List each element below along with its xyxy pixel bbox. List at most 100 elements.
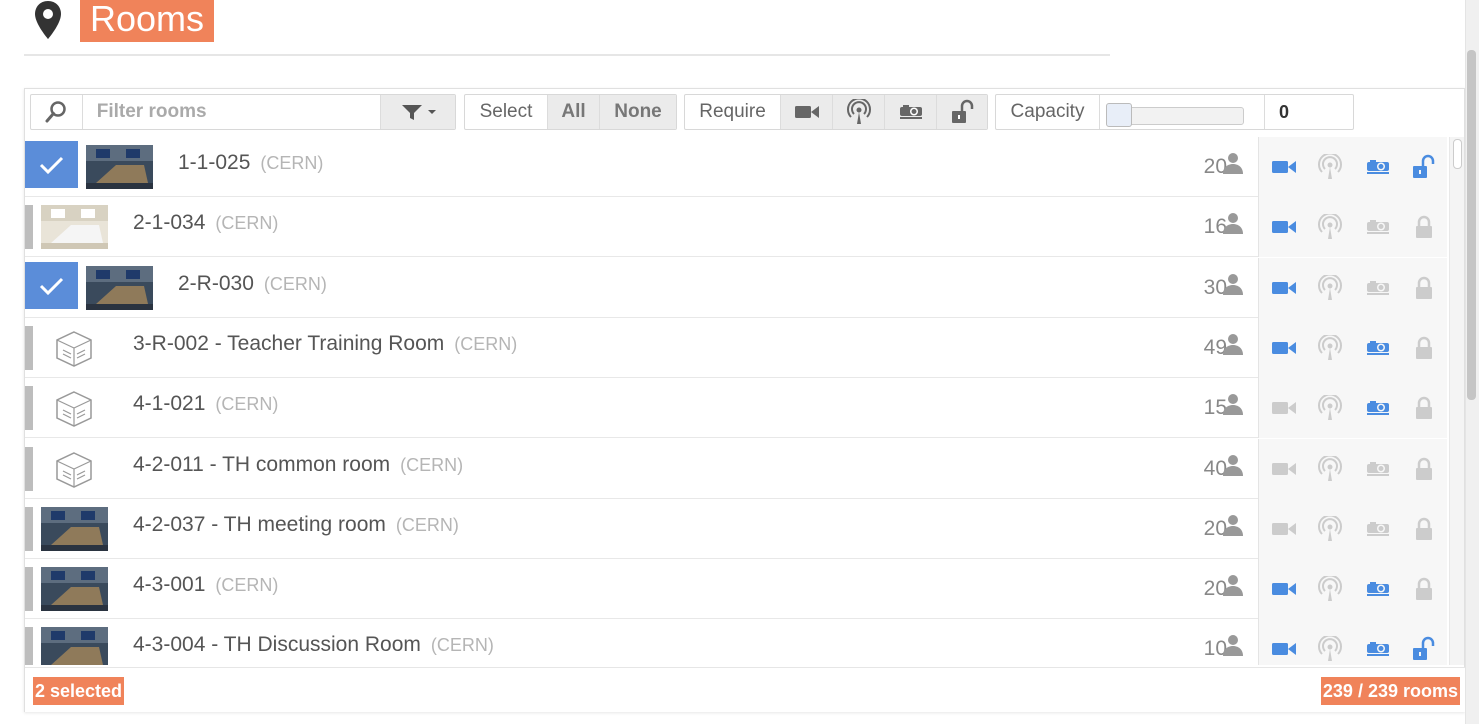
person-icon <box>1223 153 1243 174</box>
selected-checkmark[interactable] <box>25 261 78 309</box>
room-row[interactable]: 1-1-025 (CERN) 20 <box>25 137 1447 197</box>
room-site: (CERN) <box>430 635 494 656</box>
require-webcast-button[interactable] <box>833 95 885 129</box>
person-icon <box>1223 213 1243 235</box>
lock-icon <box>1416 276 1432 299</box>
room-name[interactable]: 4-2-011 - TH common room (CERN) <box>133 453 463 477</box>
broadcast-icon <box>1318 334 1342 360</box>
select-none-button[interactable]: None <box>600 95 676 129</box>
room-capacity: 20 <box>1203 155 1227 178</box>
page: Rooms Filter rooms Select All None Requi… <box>0 0 1479 724</box>
person-icon <box>1223 575 1243 597</box>
select-handle[interactable] <box>25 446 33 491</box>
selected-checkmark[interactable] <box>25 141 78 188</box>
room-list: 1-1-025 (CERN) 20 2-1-034 (CERN) 16 2-R-030 (… <box>25 137 1449 665</box>
select-all-button[interactable]: All <box>548 95 600 129</box>
room-row[interactable]: 4-2-037 - TH meeting room (CERN) 20 <box>25 498 1447 559</box>
projector-icon <box>1367 160 1389 174</box>
projector-icon <box>1367 521 1389 536</box>
room-capacity: 49 <box>1203 335 1227 359</box>
room-site: (CERN) <box>395 514 459 535</box>
capacity-slider[interactable] <box>1100 95 1265 129</box>
room-row[interactable]: 2-1-034 (CERN) 16 <box>25 197 1447 258</box>
room-thumbnail <box>41 386 108 431</box>
room-name[interactable]: 4-3-004 - TH Discussion Room (CERN) <box>133 633 494 657</box>
unlock-icon <box>952 99 974 123</box>
room-row[interactable]: 4-2-011 - TH common room (CERN) 40 <box>25 438 1447 499</box>
require-projector-button[interactable] <box>885 95 937 129</box>
lock-icon <box>1416 577 1432 601</box>
search-icon <box>45 101 67 123</box>
room-features <box>1258 498 1447 559</box>
room-features <box>1258 559 1447 620</box>
video-camera-icon <box>1272 281 1296 294</box>
room-features <box>1258 137 1447 197</box>
broadcast-icon <box>1318 636 1342 662</box>
room-row[interactable]: 4-3-001 (CERN) 20 <box>25 559 1447 620</box>
capacity-value-input[interactable]: 0 <box>1265 95 1353 129</box>
room-site: (CERN) <box>400 454 464 475</box>
lock-icon <box>1416 397 1432 420</box>
room-row[interactable]: 4-3-004 - TH Discussion Room (CERN) 10 <box>25 619 1447 665</box>
slider-handle[interactable] <box>1106 103 1132 127</box>
filter-options-button[interactable] <box>381 95 455 129</box>
lock-icon <box>1416 517 1432 540</box>
select-handle[interactable] <box>25 627 33 665</box>
select-handle[interactable] <box>25 567 33 612</box>
require-video-conference-button[interactable] <box>781 95 833 129</box>
room-name[interactable]: 3-R-002 - Teacher Training Room (CERN) <box>133 332 517 356</box>
require-label: Require <box>685 95 781 129</box>
room-row[interactable]: 2-R-030 (CERN) 30 <box>25 257 1447 318</box>
room-features <box>1258 438 1447 499</box>
video-camera-icon <box>1272 161 1296 173</box>
search-button[interactable] <box>31 95 83 129</box>
list-scrollbar[interactable] <box>1449 137 1464 665</box>
funnel-icon <box>402 105 437 120</box>
room-name[interactable]: 4-3-001 (CERN) <box>133 573 278 597</box>
room-name[interactable]: 4-2-037 - TH meeting room (CERN) <box>133 513 459 537</box>
room-name-text: 2-R-030 <box>178 271 254 295</box>
broadcast-icon <box>1318 214 1342 240</box>
room-features <box>1258 197 1447 258</box>
rooms-panel: Filter rooms Select All None Require Cap… <box>24 88 1466 712</box>
room-features <box>1258 317 1447 378</box>
room-row[interactable]: 3-R-002 - Teacher Training Room (CERN) 49 <box>25 317 1447 378</box>
room-site: (CERN) <box>215 213 279 234</box>
page-title: Rooms <box>80 0 215 42</box>
broadcast-icon <box>846 99 871 124</box>
video-camera-icon <box>1272 522 1296 535</box>
filter-group: Filter rooms <box>30 94 456 130</box>
projector-icon <box>1367 280 1389 295</box>
room-thumbnail <box>41 325 108 370</box>
check-icon <box>39 277 64 295</box>
projector-icon <box>1367 220 1389 235</box>
video-camera-icon <box>1272 221 1296 234</box>
room-name[interactable]: 4-1-021 (CERN) <box>133 392 278 416</box>
require-public-button[interactable] <box>937 95 987 129</box>
room-name-text: 4-3-001 <box>133 573 206 597</box>
select-handle[interactable] <box>25 205 33 250</box>
projector-icon <box>1367 401 1389 416</box>
projector-icon <box>899 105 922 119</box>
room-row[interactable]: 4-1-021 (CERN) 15 <box>25 378 1447 439</box>
room-name[interactable]: 1-1-025 (CERN) <box>178 151 323 175</box>
list-scrollbar-thumb[interactable] <box>1453 139 1462 169</box>
person-icon <box>1223 635 1243 657</box>
projector-icon <box>1367 582 1389 597</box>
select-handle[interactable] <box>25 386 33 431</box>
broadcast-icon <box>1318 154 1342 179</box>
select-handle[interactable] <box>25 325 33 370</box>
room-name[interactable]: 2-1-034 (CERN) <box>133 211 278 235</box>
room-name[interactable]: 2-R-030 (CERN) <box>178 272 327 296</box>
filter-rooms-input[interactable]: Filter rooms <box>83 95 382 129</box>
room-capacity: 15 <box>1203 396 1227 420</box>
selected-count-badge: 2 selected <box>33 677 125 705</box>
room-name-text: 4-3-004 - TH Discussion Room <box>133 633 421 657</box>
capacity-label: Capacity <box>996 95 1100 129</box>
page-scrollbar-thumb[interactable] <box>1467 50 1476 400</box>
room-thumbnail <box>41 627 108 665</box>
room-capacity: 40 <box>1203 456 1227 480</box>
select-handle[interactable] <box>25 506 33 551</box>
projector-icon <box>1367 642 1389 657</box>
person-icon <box>1223 273 1243 295</box>
